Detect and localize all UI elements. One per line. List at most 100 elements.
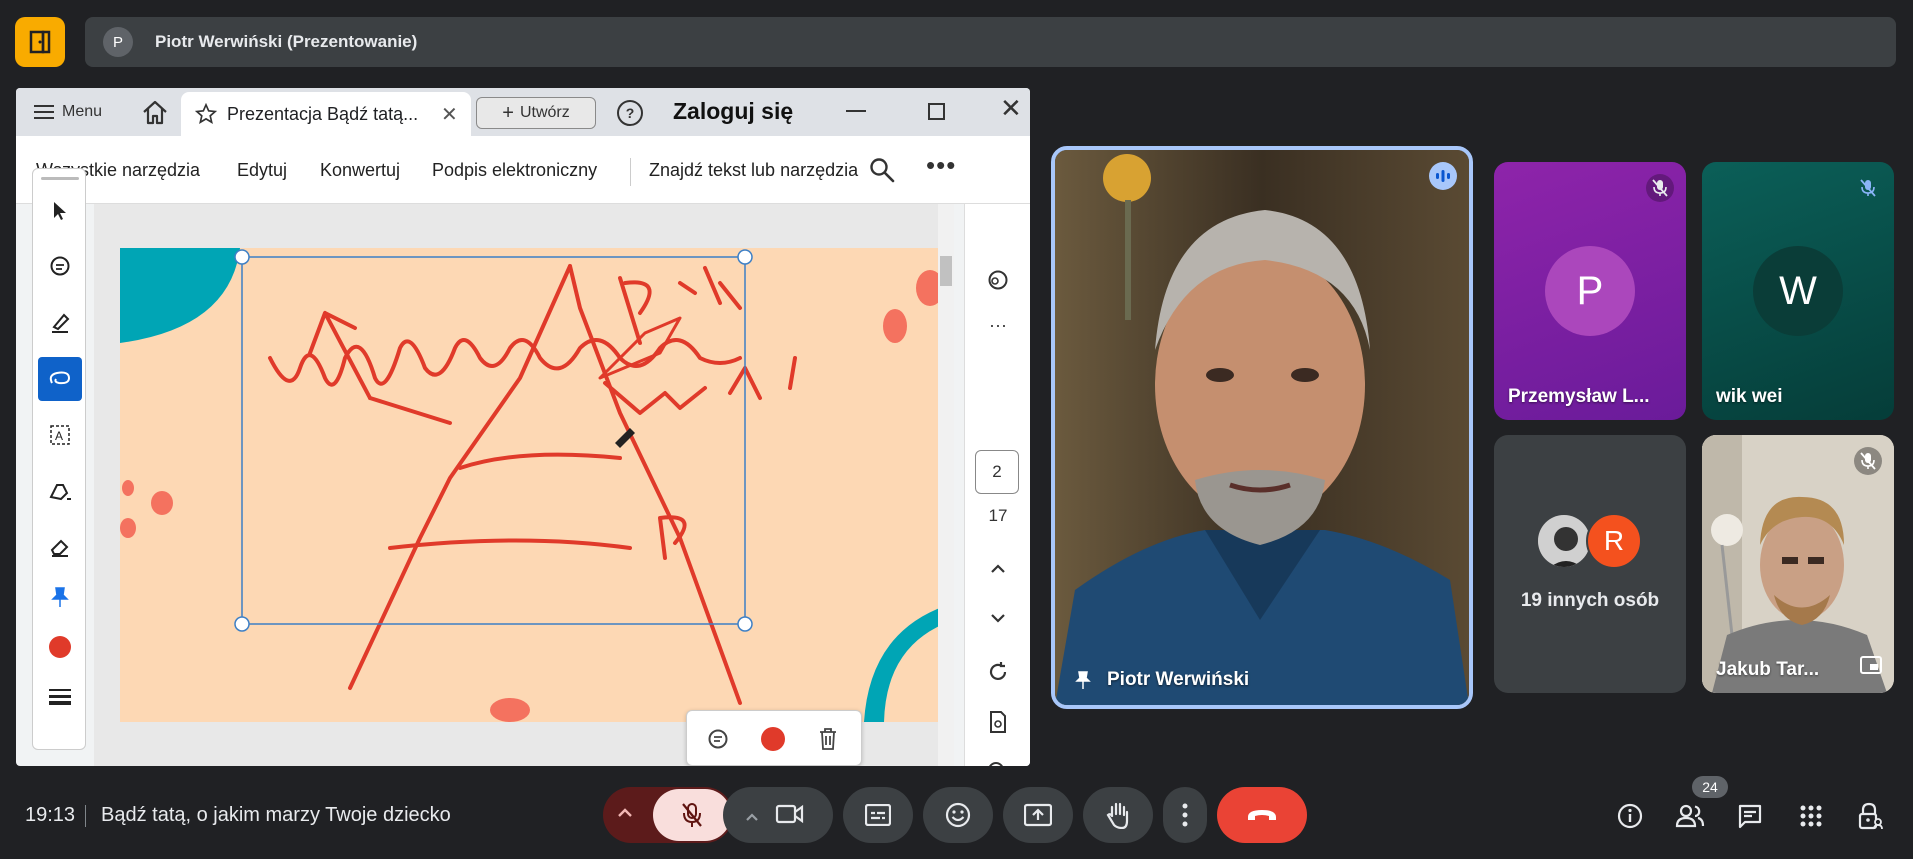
mic-toggle-button[interactable] xyxy=(653,789,731,841)
menu-button[interactable]: Menu xyxy=(34,98,102,126)
participant-avatar: R xyxy=(1586,513,1642,569)
page-number-input[interactable]: 2 xyxy=(975,450,1019,494)
participant-tile-main[interactable]: Piotr Werwiński xyxy=(1051,146,1473,709)
others-label: 19 innych osób xyxy=(1520,590,1660,611)
chevron-up-icon[interactable] xyxy=(983,554,1013,584)
participant-name: Przemysław L... xyxy=(1508,386,1650,407)
emoji-icon xyxy=(945,802,971,828)
meet-logo-icon xyxy=(15,17,65,67)
mic-options-chevron-icon[interactable] xyxy=(617,805,633,823)
reactions-button[interactable] xyxy=(923,787,993,843)
camera-control xyxy=(723,787,833,843)
tab-title: Prezentacja Bądź tatą... xyxy=(227,103,419,124)
create-button[interactable]: + Utwórz xyxy=(476,97,596,129)
eraser-tool-icon[interactable] xyxy=(38,525,82,569)
maximize-icon[interactable] xyxy=(928,103,945,120)
line-weight-icon[interactable] xyxy=(38,675,82,719)
delete-icon[interactable] xyxy=(817,727,839,751)
star-icon[interactable] xyxy=(195,103,217,125)
participant-tile-wik-wei[interactable]: W wik wei xyxy=(1702,162,1894,420)
captions-icon xyxy=(865,804,891,826)
participant-tile-jakub[interactable]: Jakub Tar... xyxy=(1702,435,1894,693)
find-tools-field[interactable]: Znajdź tekst lub narzędzia xyxy=(649,160,858,181)
page-extract-icon[interactable] xyxy=(983,707,1013,737)
pin-tool-icon[interactable] xyxy=(38,575,82,619)
document-canvas xyxy=(94,204,954,766)
convert-menu[interactable]: Konwertuj xyxy=(320,160,400,181)
speaking-indicator-icon xyxy=(1429,162,1457,190)
present-screen-icon xyxy=(1024,803,1052,827)
info-icon xyxy=(1617,803,1643,829)
participant-name: wik wei xyxy=(1716,386,1783,407)
plus-icon: + xyxy=(502,101,514,124)
raise-hand-button[interactable] xyxy=(1083,787,1153,843)
selection-box xyxy=(234,249,753,632)
presentation-slide[interactable] xyxy=(120,248,954,722)
comment-tool-icon[interactable] xyxy=(38,245,82,289)
leave-call-button[interactable] xyxy=(1217,787,1307,843)
participant-count-badge: 24 xyxy=(1692,776,1728,798)
mic-control xyxy=(603,787,733,843)
sign-tool-icon[interactable] xyxy=(38,469,82,513)
login-link[interactable]: Zaloguj się xyxy=(673,98,793,125)
chat-button[interactable] xyxy=(1730,796,1770,836)
participant-name: Jakub Tar... xyxy=(1716,659,1820,680)
help-icon[interactable]: ? xyxy=(617,100,643,126)
refresh-icon[interactable] xyxy=(983,657,1013,687)
draw-tool-icon[interactable] xyxy=(38,357,82,401)
scrollbar-thumb[interactable] xyxy=(940,256,952,286)
participant-photo xyxy=(1536,513,1592,569)
menu-label: Menu xyxy=(62,103,103,120)
camera-options-chevron-icon[interactable] xyxy=(745,809,759,827)
edit-menu[interactable]: Edytuj xyxy=(237,160,287,181)
select-tool-icon[interactable] xyxy=(38,189,82,233)
minimize-icon[interactable] xyxy=(846,110,866,112)
participant-name: Piotr Werwiński xyxy=(1107,669,1250,690)
presentation-banner: P Piotr Werwiński (Prezentowanie) xyxy=(85,17,1896,67)
esign-menu[interactable]: Podpis elektroniczny xyxy=(432,160,597,181)
captions-button[interactable] xyxy=(843,787,913,843)
chevron-down-icon[interactable] xyxy=(983,603,1013,633)
zoom-in-icon[interactable] xyxy=(983,757,1013,766)
drag-handle[interactable] xyxy=(41,177,79,180)
svg-text:A: A xyxy=(55,429,63,443)
pin-icon[interactable] xyxy=(1075,670,1091,690)
camera-icon[interactable] xyxy=(775,801,805,832)
mic-off-icon xyxy=(1854,447,1882,475)
mic-off-icon xyxy=(1854,174,1882,202)
slide-drawing xyxy=(120,248,954,722)
more-options-button[interactable] xyxy=(1163,787,1207,843)
people-button[interactable] xyxy=(1670,796,1710,836)
comment-icon[interactable] xyxy=(707,728,729,750)
chat-icon xyxy=(1738,804,1762,829)
others-tile[interactable]: R 19 innych osób xyxy=(1494,435,1686,693)
presenter-avatar: P xyxy=(103,27,133,57)
tab-close-icon[interactable]: ✕ xyxy=(441,102,458,127)
meeting-details-button[interactable] xyxy=(1610,796,1650,836)
activities-button[interactable] xyxy=(1791,796,1831,836)
home-icon[interactable] xyxy=(140,98,170,126)
speaker-video xyxy=(1055,150,1469,705)
search-icon[interactable] xyxy=(868,156,896,184)
host-controls-button[interactable] xyxy=(1850,796,1890,836)
present-button[interactable] xyxy=(1003,787,1073,843)
color-picker-icon[interactable] xyxy=(38,625,82,669)
color-swatch[interactable] xyxy=(761,727,785,751)
hamburger-icon xyxy=(34,105,54,119)
more-panel-icon[interactable]: ··· xyxy=(983,310,1013,340)
highlight-tool-icon[interactable] xyxy=(38,301,82,345)
people-icon xyxy=(1675,804,1705,828)
vertical-scrollbar[interactable] xyxy=(938,204,954,766)
annotation-tools-panel: A xyxy=(32,168,86,750)
mic-off-icon xyxy=(1646,174,1674,202)
hang-up-icon xyxy=(1248,810,1276,820)
participant-tile-przemyslaw[interactable]: P Przemysław L... xyxy=(1494,162,1686,420)
browser-tab[interactable]: Prezentacja Bądź tatą... ✕ xyxy=(181,92,471,136)
mic-off-icon xyxy=(682,803,702,827)
window-close-icon[interactable]: ✕ xyxy=(1000,93,1022,124)
comments-panel-icon[interactable] xyxy=(983,266,1013,296)
more-options-icon[interactable]: ••• xyxy=(926,150,956,181)
picture-in-picture-icon[interactable] xyxy=(1860,656,1882,679)
acrobat-toolbar: Wszystkie narzędzia Edytuj Konwertuj Pod… xyxy=(16,136,1030,204)
text-box-tool-icon[interactable]: A xyxy=(38,413,82,457)
